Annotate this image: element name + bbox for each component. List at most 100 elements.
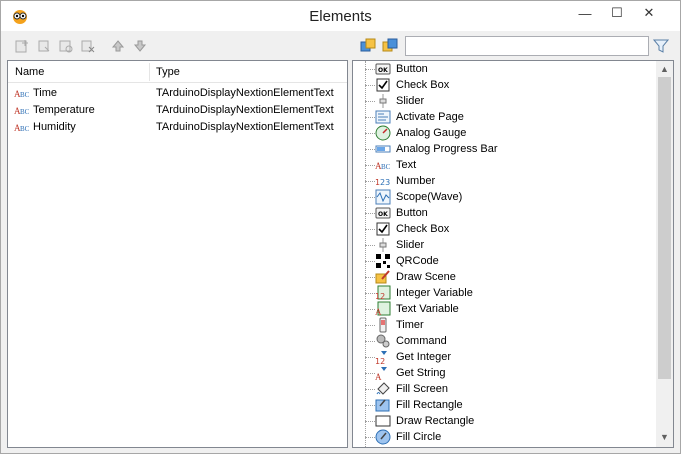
palette-item[interactable]: Scope(Wave)	[353, 189, 653, 205]
text-variable-icon: A	[375, 301, 391, 317]
palette-item-label: Number	[396, 175, 436, 187]
palette-item-label: Check Box	[396, 223, 450, 235]
fill-circle-icon	[375, 429, 391, 445]
palette-item[interactable]: OK Button	[353, 61, 653, 77]
fill-rectangle-icon	[375, 397, 391, 413]
svg-text:BC: BC	[20, 125, 30, 133]
palette-item[interactable]: QRCode	[353, 253, 653, 269]
column-header-name[interactable]: Name	[8, 61, 44, 83]
palette-item[interactable]: Timer	[353, 317, 653, 333]
checkbox-icon	[375, 221, 391, 237]
palette-item-label: Fill Rectangle	[396, 399, 463, 411]
scrollbar-thumb[interactable]	[658, 77, 671, 379]
get-string-icon: A	[375, 365, 391, 381]
svg-text:A: A	[375, 372, 382, 381]
delete-element-icon[interactable]	[79, 37, 97, 55]
palette-item[interactable]: A BC Text	[353, 157, 653, 173]
palette-item[interactable]: Fill Screen	[353, 381, 653, 397]
tree-connector	[365, 213, 375, 214]
palette-item-label: Scope(Wave)	[396, 191, 463, 203]
page-icon	[375, 109, 391, 125]
duplicate-element-icon[interactable]	[35, 37, 53, 55]
integer-variable-icon: 12	[375, 285, 391, 301]
table-row[interactable]: A BC Time TArduinoDisplayNextionElementTe…	[8, 85, 347, 102]
elements-window: Elements — ☐ ✕ Name Type A BC Time TArdu…	[0, 0, 681, 454]
palette-item[interactable]: Check Box	[353, 77, 653, 93]
text-icon: A BC	[14, 86, 32, 100]
palette-item[interactable]: Command	[353, 333, 653, 349]
palette-item[interactable]: 12 Get Integer	[353, 349, 653, 365]
svg-text:BC: BC	[381, 163, 391, 171]
palette-item[interactable]: Fill Circle	[353, 429, 653, 445]
palette-item[interactable]: Analog Progress Bar	[353, 141, 653, 157]
palette-item-label: Text	[396, 159, 417, 171]
palette-item-label: Button	[396, 207, 428, 219]
timer-icon	[375, 317, 391, 333]
tree-connector	[365, 85, 375, 86]
svg-text:BC: BC	[20, 108, 30, 116]
tree-connector	[365, 437, 375, 438]
scroll-down-icon[interactable]: ▼	[656, 429, 673, 445]
scroll-up-icon[interactable]: ▲	[656, 61, 673, 77]
palette-item[interactable]: 1 23 Number	[353, 173, 653, 189]
draw-rectangle-icon	[375, 413, 391, 429]
slider-icon	[375, 93, 391, 109]
fill-screen-icon	[375, 381, 391, 397]
add-element-icon[interactable]	[13, 37, 31, 55]
palette-item[interactable]: Fill Rectangle	[353, 397, 653, 413]
filter-icon[interactable]	[652, 37, 670, 55]
vertical-scrollbar[interactable]: ▲ ▼	[656, 61, 673, 447]
draw-scene-icon	[375, 269, 391, 285]
tree-connector	[365, 117, 375, 118]
palette-item[interactable]: Check Box	[353, 221, 653, 237]
palette-item[interactable]: 12 Integer Variable	[353, 285, 653, 301]
close-button[interactable]: ✕	[633, 1, 665, 25]
arrow-down-icon[interactable]	[131, 37, 149, 55]
palette-item-label: Fill Screen	[396, 383, 448, 395]
palette-item-label: Check Box	[396, 79, 450, 91]
palette-item[interactable]: Slider	[353, 93, 653, 109]
tree-connector	[365, 325, 375, 326]
tree-connector	[365, 309, 375, 310]
slider-icon	[375, 237, 391, 253]
palette-item[interactable]: Draw Scene	[353, 269, 653, 285]
palette-item-label: Button	[396, 63, 428, 75]
palette-item-label: Slider	[396, 95, 425, 107]
tree-connector	[365, 421, 375, 422]
palette-item-label: Command	[396, 335, 447, 347]
tree-connector	[365, 357, 375, 358]
element-palette-tree[interactable]: OK Button Check Box Slider Activate Page Anal…	[352, 60, 674, 448]
palette-item[interactable]: Activate Page	[353, 109, 653, 125]
svg-text:OK: OK	[378, 67, 388, 74]
tree-connector	[365, 149, 375, 150]
collapse-all-icon[interactable]	[381, 37, 399, 55]
search-input[interactable]	[405, 36, 649, 56]
palette-item-label: Fill Circle	[396, 431, 442, 443]
button-icon: OK	[375, 205, 391, 221]
text-icon: A BC	[14, 120, 32, 134]
palette-item[interactable]: Slider	[353, 237, 653, 253]
column-header-type[interactable]: Type	[149, 61, 180, 83]
checkbox-icon	[375, 77, 391, 93]
element-name: Temperature	[33, 104, 95, 116]
element-name: Humidity	[33, 121, 76, 133]
palette-item-label: Analog Progress Bar	[396, 143, 498, 155]
tree-connector	[365, 165, 375, 166]
palette-item[interactable]: A Get String	[353, 365, 653, 381]
palette-item[interactable]: OK Button	[353, 205, 653, 221]
palette-item[interactable]: Analog Gauge	[353, 125, 653, 141]
expand-all-icon[interactable]	[359, 37, 377, 55]
palette-item-label: Get Integer	[396, 351, 452, 363]
table-row[interactable]: A BC Humidity TArduinoDisplayNextionEleme…	[8, 119, 347, 136]
palette-item-label: Draw Scene	[396, 271, 456, 283]
tree-connector	[365, 197, 375, 198]
palette-item[interactable]: A Text Variable	[353, 301, 653, 317]
table-row[interactable]: A BC Temperature TArduinoDisplayNextionEl…	[8, 102, 347, 119]
maximize-button[interactable]: ☐	[601, 1, 633, 25]
minimize-button[interactable]: —	[569, 1, 601, 25]
properties-icon[interactable]	[57, 37, 75, 55]
svg-text:A: A	[375, 307, 382, 317]
elements-table[interactable]: Name Type A BC Time TArduinoDisplayNextio…	[7, 60, 348, 448]
palette-item[interactable]: Draw Rectangle	[353, 413, 653, 429]
arrow-up-icon[interactable]	[109, 37, 127, 55]
